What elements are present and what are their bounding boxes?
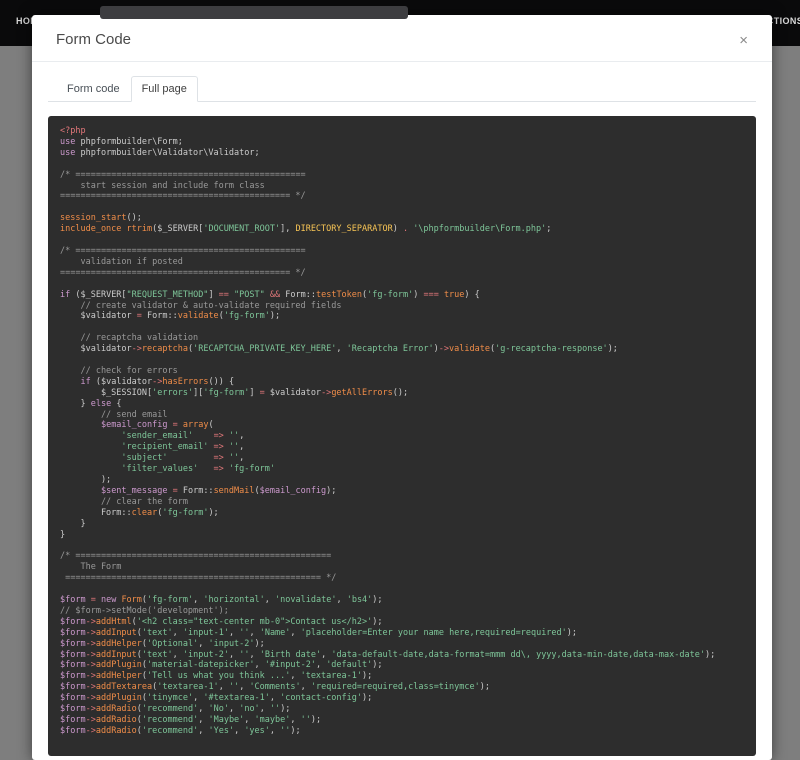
code-line	[60, 235, 744, 246]
code-line: use phpformbuilder\Form;	[60, 137, 744, 148]
code-line: 'filter_values' => 'fg-form'	[60, 464, 744, 475]
modal-title: Form Code	[56, 31, 131, 48]
code-line: if ($validator->hasErrors()) {	[60, 377, 744, 388]
code-line: ========================================…	[60, 573, 744, 584]
code-line: );	[60, 475, 744, 486]
code-line: session_start();	[60, 213, 744, 224]
code-line: include_once rtrim($_SERVER['DOCUMENT_RO…	[60, 224, 744, 235]
code-line: }	[60, 519, 744, 530]
code-line: if ($_SERVER["REQUEST_METHOD"] == "POST"…	[60, 290, 744, 301]
code-line: // create validator & auto-validate requ…	[60, 301, 744, 312]
code-line: start session and include form class	[60, 181, 744, 192]
code-line: $form->addInput('text', 'input-2', '', '…	[60, 650, 744, 661]
code-line: // check for errors	[60, 366, 744, 377]
code-line: } else {	[60, 399, 744, 410]
navbar-item-highlight	[100, 6, 408, 19]
code-line: // $form->setMode('development');	[60, 606, 744, 617]
tab-form-code[interactable]: Form code	[56, 76, 131, 102]
code-line: $form->addTextarea('textarea-1', '', 'Co…	[60, 682, 744, 693]
close-icon: ×	[739, 32, 748, 49]
code-line	[60, 584, 744, 595]
code-line	[60, 355, 744, 366]
code-line	[60, 159, 744, 170]
code-line: ========================================…	[60, 191, 744, 202]
code-line: 'sender_email' => '',	[60, 431, 744, 442]
tab-full-page[interactable]: Full page	[131, 76, 198, 102]
code-line: $form->addRadio('recommend', 'Maybe', 'm…	[60, 715, 744, 726]
code-line: $form->addHelper('Tell us what you think…	[60, 671, 744, 682]
code-line: /* =====================================…	[60, 170, 744, 181]
code-line: $_SESSION['errors']['fg-form'] = $valida…	[60, 388, 744, 399]
code-line: 'subject' => '',	[60, 453, 744, 464]
code-line: ========================================…	[60, 268, 744, 279]
code-line: use phpformbuilder\Validator\Validator;	[60, 148, 744, 159]
code-line: $sent_message = Form::sendMail($email_co…	[60, 486, 744, 497]
code-line: // clear the form	[60, 497, 744, 508]
modal-body: Form code Full page <?phpuse phpformbuil…	[32, 62, 772, 756]
code-line: /* =====================================…	[60, 551, 744, 562]
code-line	[60, 279, 744, 290]
tab-bar: Form code Full page	[48, 76, 756, 102]
code-line	[60, 202, 744, 213]
code-line: $validator->recaptcha('RECAPTCHA_PRIVATE…	[60, 344, 744, 355]
code-line: $form = new Form('fg-form', 'horizontal'…	[60, 595, 744, 606]
code-line	[60, 540, 744, 551]
code-line: 'recipient_email' => '',	[60, 442, 744, 453]
code-line: $form->addHtml('<h2 class="text-center m…	[60, 617, 744, 628]
code-line: Form::clear('fg-form');	[60, 508, 744, 519]
modal-header: Form Code ×	[32, 15, 772, 62]
code-line: }	[60, 530, 744, 541]
code-line: The Form	[60, 562, 744, 573]
code-line: $form->addRadio('recommend', 'Yes', 'yes…	[60, 726, 744, 737]
code-line: $form->addPlugin('tinymce', '#textarea-1…	[60, 693, 744, 704]
code-line: // send email	[60, 410, 744, 421]
close-button[interactable]: ×	[735, 29, 752, 52]
code-line: $form->addHelper('Optional', 'input-2');	[60, 639, 744, 650]
code-line: $validator = Form::validate('fg-form');	[60, 311, 744, 322]
form-code-modal: Form Code × Form code Full page <?phpuse…	[32, 15, 772, 760]
code-line	[60, 322, 744, 333]
code-line: $form->addInput('text', 'input-1', '', '…	[60, 628, 744, 639]
code-line: $form->addRadio('recommend', 'No', 'no',…	[60, 704, 744, 715]
code-block[interactable]: <?phpuse phpformbuilder\Form;use phpform…	[48, 116, 756, 756]
code-line: // recaptcha validation	[60, 333, 744, 344]
code-line: /* =====================================…	[60, 246, 744, 257]
code-line: $form->addPlugin('material-datepicker', …	[60, 660, 744, 671]
code-line: <?php	[60, 126, 744, 137]
code-line: $email_config = array(	[60, 420, 744, 431]
code-line: validation if posted	[60, 257, 744, 268]
